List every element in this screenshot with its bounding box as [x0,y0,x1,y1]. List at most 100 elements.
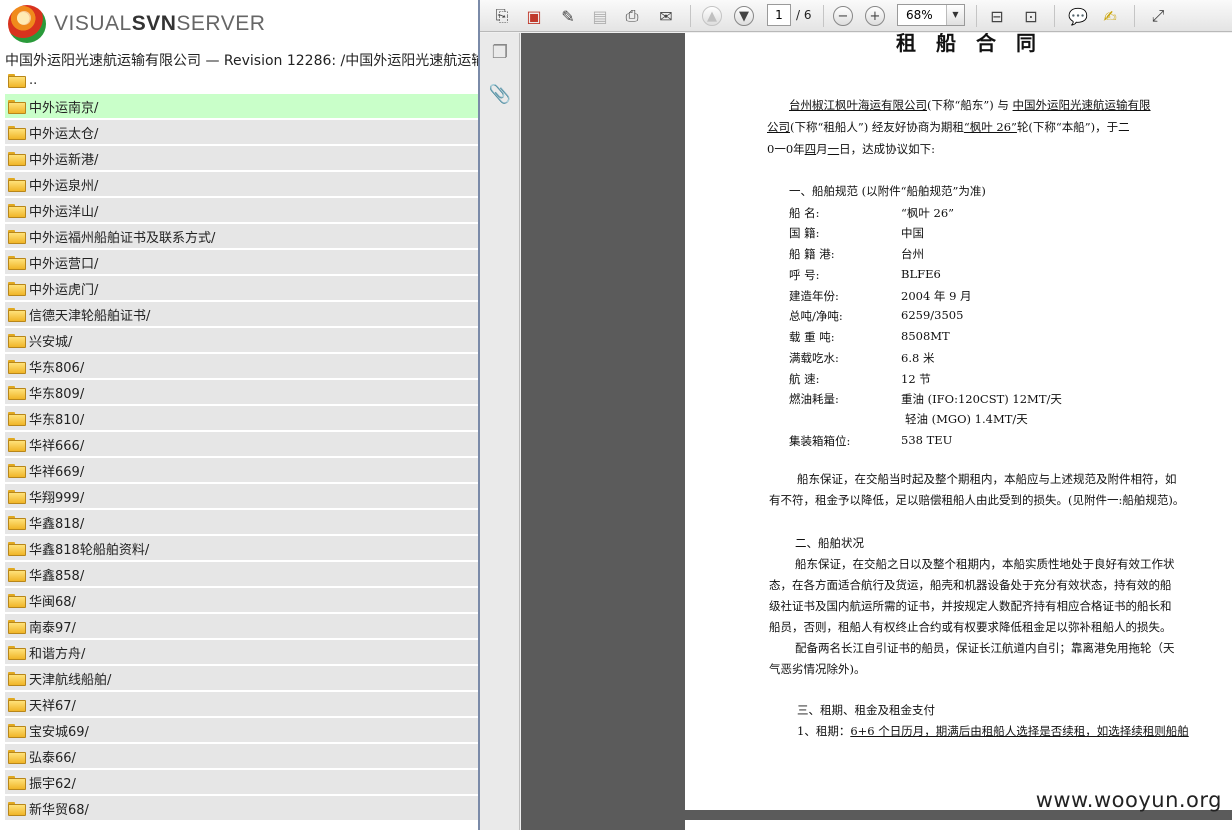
directory-row[interactable]: 中外运太仓/ [5,120,478,144]
directory-name[interactable]: 华东806/ [29,357,84,376]
directory-name[interactable]: 中外运新港/ [29,149,98,168]
directory-name[interactable]: 华祥666/ [29,435,84,454]
directory-row[interactable]: 新华贸68/ [5,796,478,820]
watermark-text: www.wooyun.org [1035,788,1222,812]
print-icon[interactable]: ⎙ [620,4,644,28]
logo-text-svn: SVN [131,12,177,35]
directory-row[interactable]: 中外运泉州/ [5,172,478,196]
directory-row[interactable]: 南泰97/ [5,614,478,638]
directory-row[interactable]: 中外运南京/ [5,94,478,118]
zoom-in-icon[interactable]: + [863,4,887,28]
email-icon[interactable]: ✉ [654,4,678,28]
directory-name[interactable]: 信德天津轮船舶证书/ [29,305,150,324]
folder-icon [8,672,26,686]
directory-name[interactable]: 华祥669/ [29,461,84,480]
chevron-down-icon[interactable]: ▼ [946,5,964,25]
directory-row[interactable]: 华东806/ [5,354,478,378]
directory-row[interactable]: 宝安城69/ [5,718,478,742]
sign-icon[interactable]: ✎ [556,4,580,28]
directory-row[interactable]: 华祥669/ [5,458,478,482]
directory-name[interactable]: .. [29,73,37,88]
directory-row[interactable]: 华东809/ [5,380,478,404]
directory-name[interactable]: 中外运洋山/ [29,201,98,220]
folder-icon [8,568,26,582]
prev-page-icon[interactable]: ▲ [700,4,724,28]
directory-row[interactable]: 天祥67/ [5,692,478,716]
directory-row[interactable]: 华鑫818/ [5,510,478,534]
directory-name[interactable]: 中外运南京/ [29,97,98,116]
directory-name[interactable]: 华闽68/ [29,591,76,610]
directory-name[interactable]: 华鑫818轮船舶资料/ [29,539,149,558]
next-page-icon[interactable]: ▼ [732,4,756,28]
directory-name[interactable]: 振宇62/ [29,773,76,792]
directory-row[interactable]: 振宇62/ [5,770,478,794]
directory-row[interactable]: 中外运营口/ [5,250,478,274]
pdf-side-pane: ❐ 📎 [480,33,520,830]
directory-name[interactable]: 华东809/ [29,383,84,402]
directory-row[interactable]: 中外运虎门/ [5,276,478,300]
intro-line-1: 台州椒江枫叶海运有限公司(下称“船东”) 与 中国外运阳光速航运输有限 [789,98,1151,112]
pdf-page: 租船合同 台州椒江枫叶海运有限公司(下称“船东”) 与 中国外运阳光速航运输有限… [685,33,1232,810]
folder-icon [8,646,26,660]
directory-row[interactable]: 华祥666/ [5,432,478,456]
directory-name[interactable]: 宝安城69/ [29,721,89,740]
fullscreen-icon[interactable]: ⤢ [1146,4,1170,28]
directory-name[interactable]: 华鑫818/ [29,513,84,532]
spec-label: 船 名: [789,206,820,220]
directory-name[interactable]: 中外运虎门/ [29,279,98,298]
pdf-next-page-edge [685,820,1232,830]
directory-name[interactable]: 华翔999/ [29,487,84,506]
spec-value: 台州 [901,247,924,261]
document-area[interactable]: 租船合同 台州椒江枫叶海运有限公司(下称“船东”) 与 中国外运阳光速航运输有限… [521,33,1232,830]
highlight-icon[interactable]: ✍ [1098,4,1122,28]
directory-row[interactable]: 中外运洋山/ [5,198,478,222]
directory-name[interactable]: 华东810/ [29,409,84,428]
attachments-icon[interactable]: 📎 [488,83,512,107]
directory-name[interactable]: 天祥67/ [29,695,76,714]
directory-name[interactable]: 和谐方舟/ [29,643,85,662]
directory-row[interactable]: 中外运福州船舶证书及联系方式/ [5,224,478,248]
directory-name[interactable]: 南泰97/ [29,617,76,636]
spec-label: 国 籍: [789,226,820,240]
zoom-out-icon[interactable]: − [831,4,855,28]
directory-name[interactable]: 弘泰66/ [29,747,76,766]
directory-name[interactable]: 中外运福州船舶证书及联系方式/ [29,227,215,246]
directory-row[interactable]: 华东810/ [5,406,478,430]
pages-icon[interactable]: ❐ [488,41,512,65]
spec-label: 建造年份: [789,289,839,303]
fit-width-icon[interactable]: ⊟ [985,4,1009,28]
save-icon[interactable]: ▤ [588,4,612,28]
directory-row[interactable]: 天津航线船舶/ [5,666,478,690]
directory-row[interactable]: 华闽68/ [5,588,478,612]
folder-icon [8,698,26,712]
spec-label: 满载吃水: [789,351,839,365]
directory-name[interactable]: 中外运营口/ [29,253,98,272]
spec-value: 轻油 (MGO) 1.4MT/天 [905,412,1028,426]
create-icon[interactable]: ⎘ [490,4,514,28]
directory-row[interactable]: 华鑫818轮船舶资料/ [5,536,478,560]
directory-row[interactable]: 弘泰66/ [5,744,478,768]
section-3-line-1: 1、租期：6+6 个日历月，期满后由租船人选择是否续租，如选择续租则船舶 [797,724,1189,738]
folder-icon [8,750,26,764]
parent-directory-link[interactable]: .. [5,68,478,92]
directory-row[interactable]: 华翔999/ [5,484,478,508]
secure-icon[interactable]: ▣ [522,4,546,28]
directory-name[interactable]: 天津航线船舶/ [29,669,111,688]
directory-row[interactable]: 中外运新港/ [5,146,478,170]
directory-name[interactable]: 华鑫858/ [29,565,84,584]
directory-row[interactable]: 华鑫858/ [5,562,478,586]
directory-name[interactable]: 中外运太仓/ [29,123,98,142]
directory-row[interactable]: 和谐方舟/ [5,640,478,664]
spec-value: 12 节 [901,372,931,386]
comment-icon[interactable]: 💬 [1066,4,1090,28]
folder-icon [8,282,26,296]
directory-name[interactable]: 中外运泉州/ [29,175,98,194]
page-number-input[interactable]: 1 [767,4,791,26]
directory-name[interactable]: 兴安城/ [29,331,72,350]
zoom-select[interactable]: 68% ▼ [897,4,965,26]
directory-row[interactable]: 兴安城/ [5,328,478,352]
para2-line-1: 船东保证，在交船之日以及整个租期内，本船实质性地处于良好有效工作状 [795,557,1175,571]
fit-page-icon[interactable]: ⊡ [1019,4,1043,28]
directory-row[interactable]: 信德天津轮船舶证书/ [5,302,478,326]
directory-name[interactable]: 新华贸68/ [29,799,89,818]
